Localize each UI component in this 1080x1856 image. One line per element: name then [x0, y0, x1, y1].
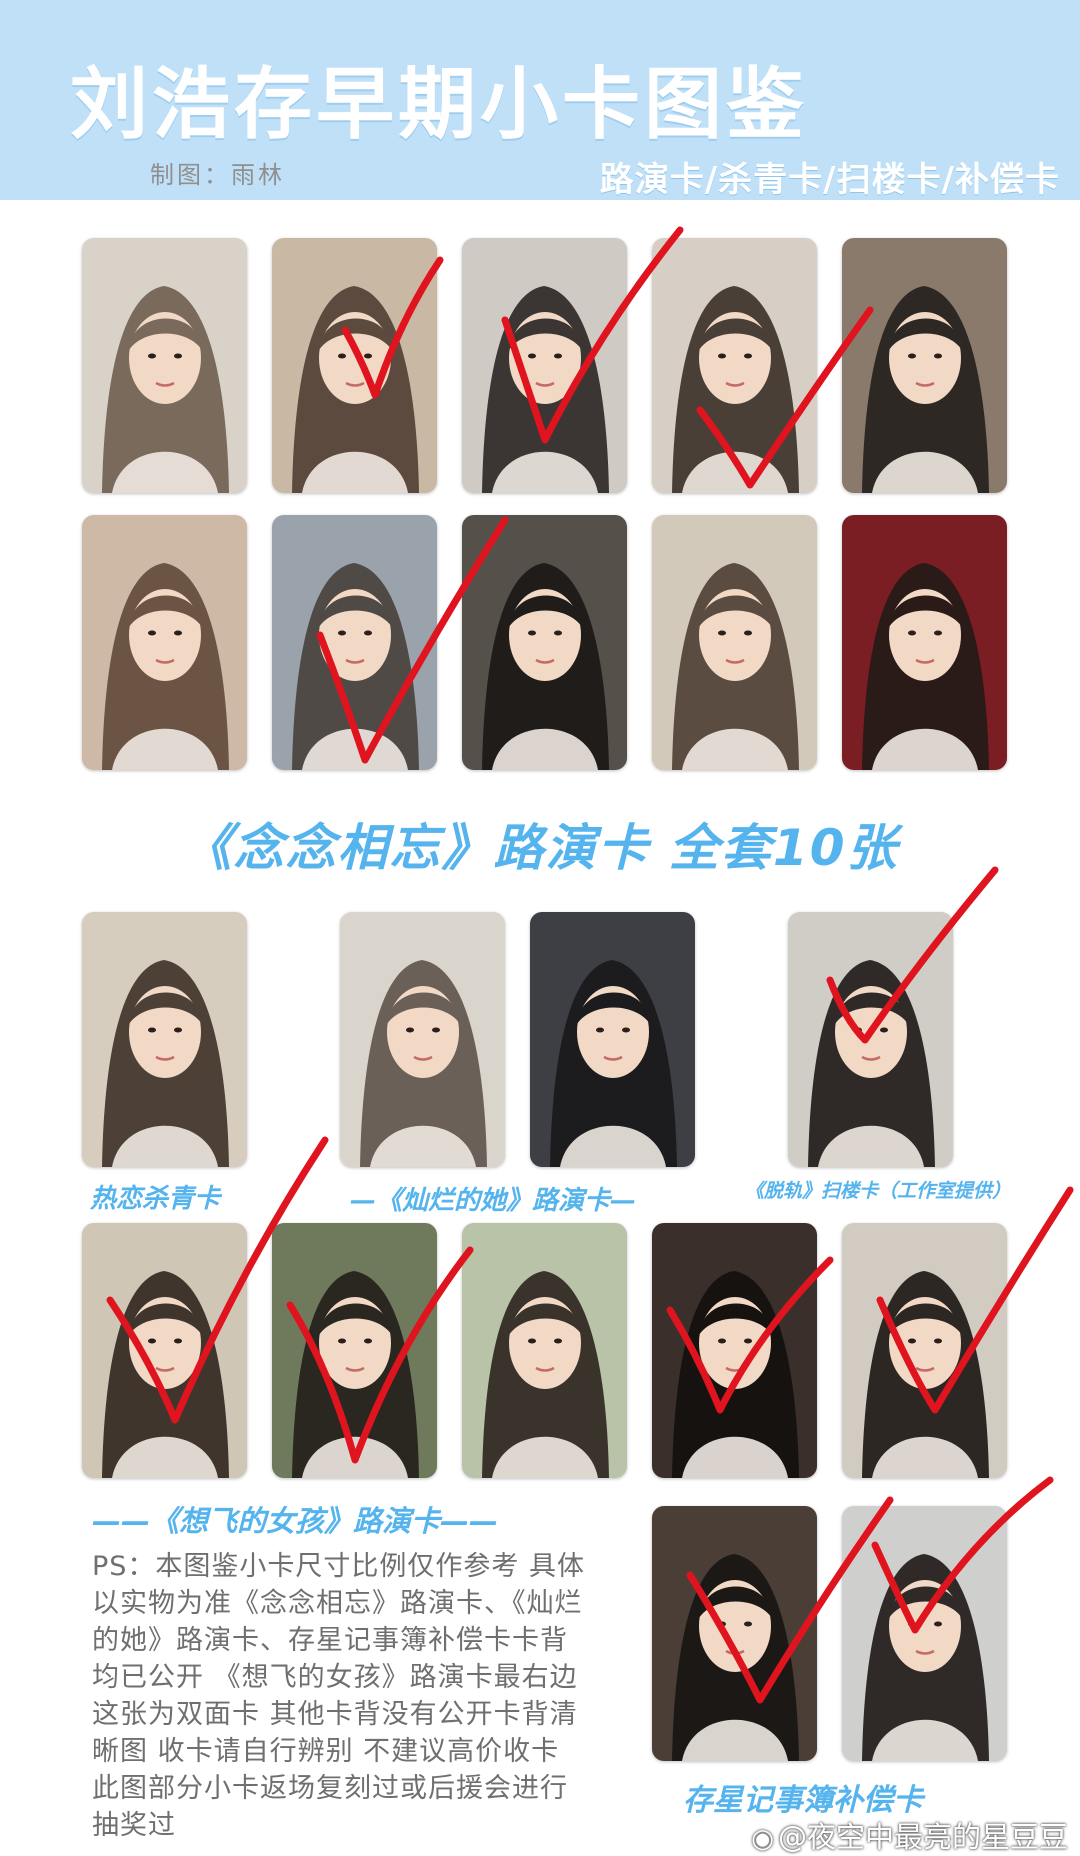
portrait-photo [102, 960, 229, 1167]
photo-card [652, 1506, 817, 1761]
portrait-photo [102, 563, 229, 770]
photo-card [788, 912, 953, 1167]
section-label-tuo-gui: 《脱轨》扫楼卡（工作室提供） [745, 1180, 1012, 1202]
portrait-photo [102, 286, 229, 493]
photo-card [82, 912, 247, 1167]
photo-card [462, 515, 627, 770]
portrait-photo [672, 286, 799, 493]
photo-card [652, 238, 817, 493]
portrait-photo [482, 286, 609, 493]
photo-card [272, 238, 437, 493]
photo-card [530, 912, 695, 1167]
watermark: ◉ @夜空中最亮的星豆豆 [751, 1814, 1068, 1856]
portrait-photo [862, 286, 989, 493]
photo-card [842, 515, 1007, 770]
portrait-photo [482, 563, 609, 770]
photo-card [842, 1223, 1007, 1478]
portrait-photo [808, 960, 935, 1167]
photo-card [340, 912, 505, 1167]
photo-card [272, 1223, 437, 1478]
section-label-cun-xing: 存星记事簿补偿卡 [683, 1783, 923, 1818]
watermark-text: @夜空中最亮的星豆豆 [777, 1820, 1068, 1854]
section-label-xiang-fei: ——《想飞的女孩》路演卡—— [92, 1504, 499, 1538]
section-label-can-lan: —《灿烂的她》路演卡— [350, 1186, 637, 1216]
portrait-photo [102, 1271, 229, 1478]
section-label-re-lian: 热恋杀青卡 [90, 1184, 221, 1214]
credit-text: 制图：雨林 [150, 161, 285, 189]
portrait-photo [672, 563, 799, 770]
photo-card [272, 515, 437, 770]
weibo-icon: ◉ [751, 1824, 774, 1854]
portrait-photo [862, 1271, 989, 1478]
page-subtitle: 路演卡/杀青卡/扫楼卡/补偿卡 [599, 160, 1060, 200]
portrait-photo [360, 960, 487, 1167]
section-label-nian-nian: 《念念相忘》路演卡 全套10张 [181, 819, 899, 877]
portrait-photo [292, 1271, 419, 1478]
photo-card [462, 1223, 627, 1478]
photo-card [842, 238, 1007, 493]
photo-card [82, 1223, 247, 1478]
photo-card [462, 238, 627, 493]
portrait-photo [292, 563, 419, 770]
portrait-photo [862, 1554, 989, 1761]
portrait-photo [672, 1271, 799, 1478]
photo-card [652, 515, 817, 770]
portrait-photo [550, 960, 677, 1167]
portrait-photo [482, 1271, 609, 1478]
photo-card [82, 238, 247, 493]
photo-card [652, 1223, 817, 1478]
page-title: 刘浩存早期小卡图鉴 [70, 60, 809, 150]
portrait-photo [292, 286, 419, 493]
portrait-photo [862, 563, 989, 770]
portrait-photo [672, 1554, 799, 1761]
ps-note: PS：本图鉴小卡尺寸比例仅作参考 具体以实物为准《念念相忘》路演卡、《灿烂的她》… [92, 1551, 586, 1841]
photo-card [842, 1506, 1007, 1761]
photo-card [82, 515, 247, 770]
